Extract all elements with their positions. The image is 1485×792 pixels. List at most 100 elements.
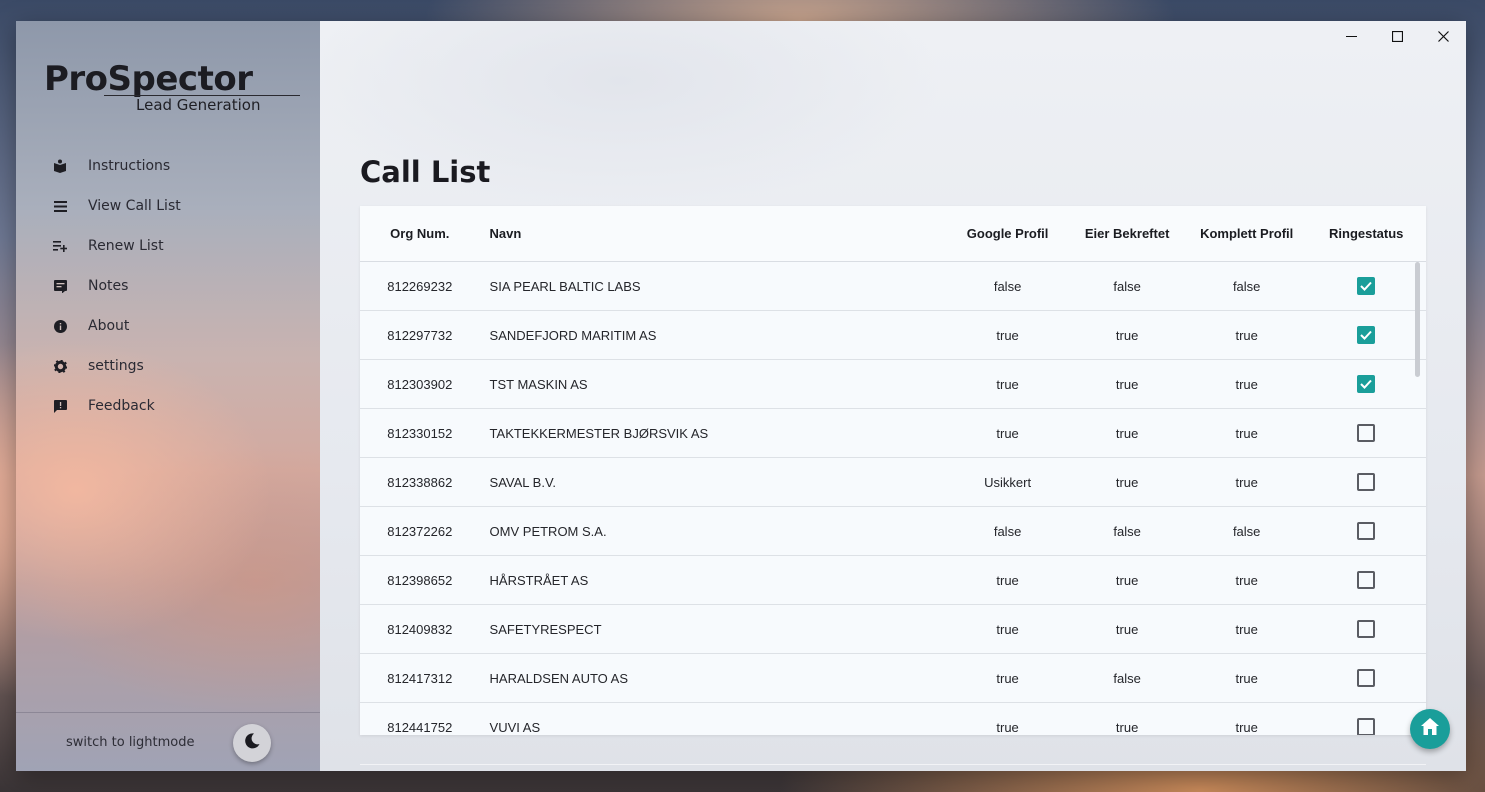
- ringestatus-checkbox[interactable]: [1357, 473, 1376, 491]
- cell-google-profil: false: [993, 278, 1022, 294]
- cell-ringestatus: [1306, 424, 1426, 442]
- home-button[interactable]: [1410, 709, 1450, 749]
- cell-ringestatus: [1306, 326, 1426, 344]
- check-icon: [1360, 379, 1372, 389]
- maximize-icon: [1391, 30, 1403, 42]
- sidebar: ProSpector Lead Generation Instructions …: [16, 21, 320, 771]
- sidebar-item-feedback[interactable]: Feedback: [52, 386, 302, 426]
- ringestatus-checkbox[interactable]: [1357, 326, 1376, 344]
- table-row[interactable]: 812398652 HÅRSTRÅET AS true true true: [360, 556, 1426, 605]
- book-icon: [52, 158, 68, 174]
- table-scrollbar[interactable]: [1415, 262, 1420, 377]
- ringestatus-checkbox[interactable]: [1357, 669, 1376, 687]
- table-row[interactable]: 812330152 TAKTEKKERMESTER BJØRSVIK AS tr…: [360, 409, 1426, 458]
- ringestatus-checkbox[interactable]: [1357, 375, 1376, 393]
- cell-komplett-profil: true: [1235, 719, 1258, 735]
- sidebar-item-renew-list[interactable]: Renew List: [52, 226, 302, 266]
- table-body: 812269232 SIA PEARL BALTIC LABS false fa…: [360, 262, 1426, 735]
- cell-komplett-profil: true: [1235, 670, 1258, 686]
- ringestatus-checkbox[interactable]: [1357, 620, 1376, 638]
- cell-navn: TAKTEKKERMESTER BJØRSVIK AS: [489, 425, 709, 441]
- cell-google-profil: Usikkert: [984, 474, 1032, 490]
- maximize-button[interactable]: [1374, 21, 1420, 51]
- column-header-ringestatus[interactable]: Ringestatus: [1306, 226, 1426, 241]
- sidebar-item-label: settings: [88, 358, 144, 374]
- cell-navn: SIA PEARL BALTIC LABS: [489, 278, 641, 294]
- cell-org-num: 812417312: [387, 670, 453, 686]
- ringestatus-checkbox[interactable]: [1357, 522, 1376, 540]
- table-row[interactable]: 812297732 SANDEFJORD MARITIM AS true tru…: [360, 311, 1426, 360]
- cell-komplett-profil: true: [1235, 327, 1258, 343]
- cell-ringestatus: [1306, 277, 1426, 295]
- cell-ringestatus: [1306, 522, 1426, 540]
- sidebar-item-notes[interactable]: Notes: [52, 266, 302, 306]
- sidebar-item-label: Notes: [88, 278, 129, 294]
- close-button[interactable]: [1420, 21, 1466, 51]
- table-row[interactable]: 812372262 OMV PETROM S.A. false false fa…: [360, 507, 1426, 556]
- cell-ringestatus: [1306, 571, 1426, 589]
- table-row[interactable]: 812417312 HARALDSEN AUTO AS true false t…: [360, 654, 1426, 703]
- cell-eier-bekreftet: true: [1115, 327, 1139, 343]
- cell-ringestatus: [1306, 375, 1426, 393]
- sidebar-item-settings[interactable]: settings: [52, 346, 302, 386]
- ringestatus-checkbox[interactable]: [1357, 718, 1376, 735]
- sidebar-nav: Instructions View Call List Renew List N…: [52, 146, 302, 426]
- cell-google-profil: true: [996, 572, 1019, 588]
- cell-ringestatus: [1306, 718, 1426, 735]
- sidebar-item-label: View Call List: [88, 198, 181, 214]
- cell-ringestatus: [1306, 669, 1426, 687]
- column-header-komplett-profil[interactable]: Komplett Profil: [1187, 226, 1307, 241]
- app-window: ProSpector Lead Generation Instructions …: [16, 21, 1466, 771]
- window-controls: [1328, 21, 1466, 51]
- cell-eier-bekreftet: true: [1115, 474, 1139, 490]
- cell-org-num: 812297732: [387, 327, 453, 343]
- table-row[interactable]: 812338862 SAVAL B.V. Usikkert true true: [360, 458, 1426, 507]
- ringestatus-checkbox[interactable]: [1357, 424, 1376, 442]
- sidebar-item-instructions[interactable]: Instructions: [52, 146, 302, 186]
- sidebar-divider: [16, 712, 320, 713]
- ringestatus-checkbox[interactable]: [1357, 277, 1376, 295]
- cell-google-profil: true: [996, 376, 1019, 392]
- page-title: Call List: [360, 155, 491, 189]
- ringestatus-checkbox[interactable]: [1357, 571, 1376, 589]
- column-header-eier-bekreftet[interactable]: Eier Bekreftet: [1067, 226, 1187, 241]
- close-icon: [1437, 30, 1449, 42]
- column-header-google-profil[interactable]: Google Profil: [948, 226, 1068, 241]
- home-icon: [1421, 718, 1439, 740]
- table-row[interactable]: 812269232 SIA PEARL BALTIC LABS false fa…: [360, 262, 1426, 311]
- cell-org-num: 812269232: [387, 278, 453, 294]
- column-header-org-num[interactable]: Org Num.: [360, 226, 480, 241]
- cell-google-profil: true: [996, 425, 1019, 441]
- sidebar-item-label: Renew List: [88, 238, 164, 254]
- minimize-icon: [1345, 35, 1357, 37]
- cell-komplett-profil: true: [1235, 376, 1258, 392]
- cell-eier-bekreftet: false: [1113, 278, 1141, 294]
- feedback-icon: [52, 398, 68, 414]
- cell-komplett-profil: false: [1232, 278, 1261, 294]
- table-row[interactable]: 812409832 SAFETYRESPECT true true true: [360, 605, 1426, 654]
- cell-navn: HARALDSEN AUTO AS: [489, 670, 629, 686]
- theme-toggle-button[interactable]: [233, 724, 271, 762]
- cell-org-num: 812338862: [387, 474, 453, 490]
- cell-navn: TST MASKIN AS: [489, 376, 588, 392]
- cell-org-num: 812372262: [387, 523, 453, 539]
- cell-eier-bekreftet: false: [1113, 523, 1141, 539]
- column-header-navn[interactable]: Navn: [480, 226, 948, 241]
- brand-title: ProSpector: [44, 59, 253, 99]
- sidebar-item-view-call-list[interactable]: View Call List: [52, 186, 302, 226]
- main-content: Call List Org Num. Navn Google Profil Ei…: [320, 21, 1466, 771]
- notes-icon: [52, 278, 68, 294]
- playlist-add-icon: [52, 238, 68, 254]
- cell-google-profil: true: [996, 327, 1019, 343]
- cell-navn: OMV PETROM S.A.: [489, 523, 607, 539]
- cell-komplett-profil: true: [1235, 474, 1258, 490]
- table-row[interactable]: 812441752 VUVI AS true true true: [360, 703, 1426, 735]
- cell-komplett-profil: false: [1232, 523, 1261, 539]
- table-row[interactable]: 812303902 TST MASKIN AS true true true: [360, 360, 1426, 409]
- sidebar-item-about[interactable]: About: [52, 306, 302, 346]
- cell-komplett-profil: true: [1235, 425, 1258, 441]
- cell-eier-bekreftet: false: [1113, 670, 1141, 686]
- cell-org-num: 812303902: [387, 376, 453, 392]
- list-icon: [52, 198, 68, 214]
- minimize-button[interactable]: [1328, 21, 1374, 51]
